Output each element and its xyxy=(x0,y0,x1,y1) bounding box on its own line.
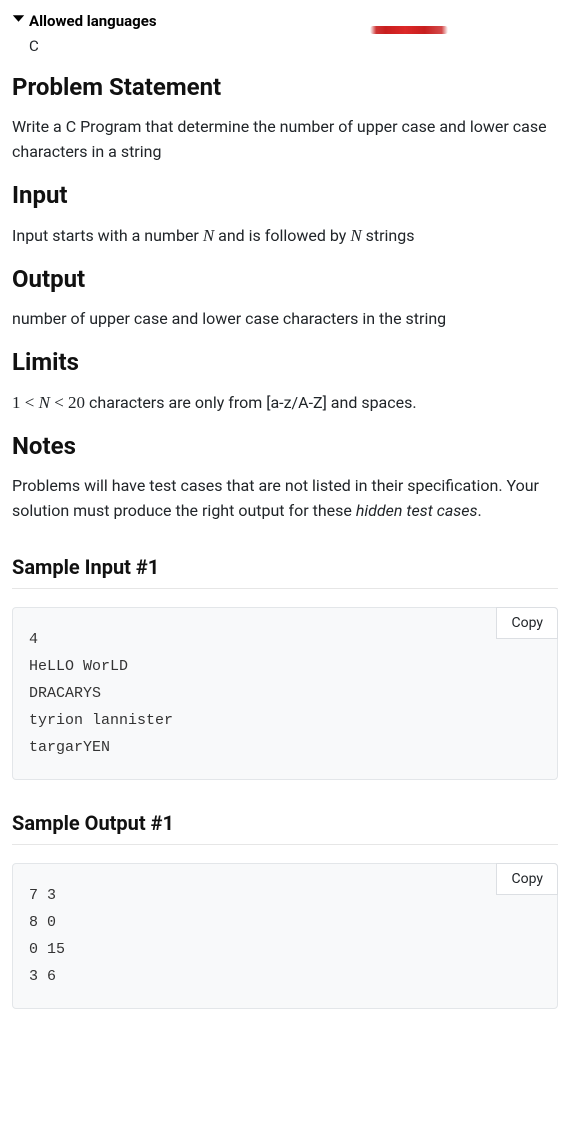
limits-var-n: N xyxy=(39,393,50,412)
heading-output: Output xyxy=(12,261,558,297)
limits-text: 1 < N < 20 characters are only from [a-z… xyxy=(12,390,558,416)
sample-input-code: 4 HeLLO WorLD DRACARYS tyrion lannister … xyxy=(29,626,541,761)
output-text: number of upper case and lower case char… xyxy=(12,307,558,332)
heading-input: Input xyxy=(12,177,558,213)
input-text: Input starts with a number N and is foll… xyxy=(12,223,558,249)
sample-output-code: 7 3 8 0 0 15 3 6 xyxy=(29,882,541,990)
input-text-pre: Input starts with a number xyxy=(12,226,203,245)
copy-button[interactable]: Copy xyxy=(496,863,558,895)
notes-em: hidden test cases xyxy=(356,501,478,520)
sample-input-block: Copy 4 HeLLO WorLD DRACARYS tyrion lanni… xyxy=(12,607,558,780)
notes-post: . xyxy=(478,501,482,520)
input-var-n-1: N xyxy=(203,226,214,245)
copy-button[interactable]: Copy xyxy=(496,607,558,639)
heading-notes: Notes xyxy=(12,428,558,464)
problem-statement-text: Write a C Program that determine the num… xyxy=(12,115,558,165)
heading-limits: Limits xyxy=(12,344,558,380)
redaction-mark xyxy=(370,26,448,34)
allowed-languages-row: Allowed languages C xyxy=(12,10,558,57)
heading-sample-input-1: Sample Input #1 xyxy=(12,552,558,589)
input-text-post: strings xyxy=(362,226,415,245)
notes-text: Problems will have test cases that are n… xyxy=(12,474,558,524)
limits-mid: < 20 xyxy=(50,393,85,412)
sample-output-block: Copy 7 3 8 0 0 15 3 6 xyxy=(12,863,558,1009)
input-var-n-2: N xyxy=(350,226,361,245)
limits-pre: 1 < xyxy=(12,393,39,412)
allowed-language-value: C xyxy=(29,35,157,58)
limits-post: characters are only from [a-z/A-Z] and s… xyxy=(85,393,417,412)
allowed-languages-label: Allowed languages xyxy=(29,10,157,33)
chevron-down-icon[interactable] xyxy=(12,12,25,25)
input-text-mid: and is followed by xyxy=(214,226,350,245)
heading-problem-statement: Problem Statement xyxy=(12,69,558,105)
heading-sample-output-1: Sample Output #1 xyxy=(12,808,558,845)
